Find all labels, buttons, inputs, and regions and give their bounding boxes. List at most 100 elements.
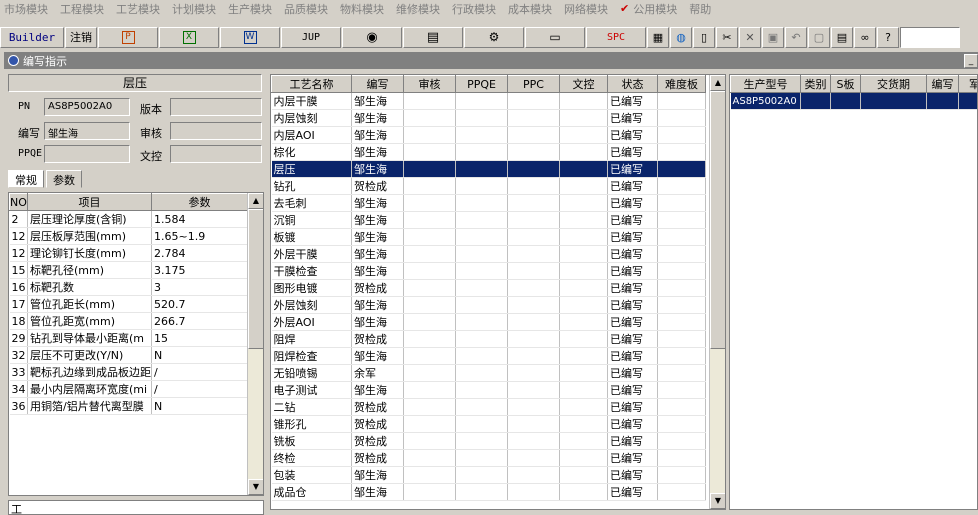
author-cell[interactable]: 邹生海	[351, 245, 404, 263]
ppc-cell[interactable]	[507, 262, 560, 280]
difficulty-cell[interactable]	[657, 313, 706, 331]
process-name-cell[interactable]: 板镀	[271, 228, 352, 246]
ppc-cell[interactable]	[507, 109, 560, 127]
ppc-cell[interactable]	[507, 177, 560, 195]
table-row[interactable]: 内层蚀刻 邹生海 已编写	[271, 109, 706, 127]
ppc-cell[interactable]	[507, 160, 560, 178]
table-row[interactable]: 34 最小内层隔离环宽度(mi /	[9, 380, 248, 398]
author-cell[interactable]: 邹生海	[351, 466, 404, 484]
ppqe-cell[interactable]	[455, 143, 508, 161]
browser-button[interactable]: ◍	[670, 26, 692, 48]
table-row[interactable]: 电子测试 邹生海 已编写	[271, 381, 706, 399]
difficulty-cell[interactable]	[657, 160, 706, 178]
author-cell[interactable]: 邹生海	[351, 296, 404, 314]
column-header[interactable]: PPC	[507, 75, 560, 93]
ppc-cell[interactable]	[507, 432, 560, 450]
column-header[interactable]: 状态	[607, 75, 658, 93]
jup-button[interactable]: JUP	[281, 26, 341, 48]
model-cell[interactable]	[926, 92, 959, 110]
author-cell[interactable]: 贺检成	[351, 449, 404, 467]
ppqe-cell[interactable]	[455, 177, 508, 195]
status-cell[interactable]: 已编写	[607, 449, 658, 467]
author-cell[interactable]: 邹生海	[351, 381, 404, 399]
review-cell[interactable]	[403, 177, 456, 195]
review-cell[interactable]	[403, 126, 456, 144]
table-row[interactable]: 图形电镀 贺检成 已编写	[271, 279, 706, 297]
ppc-cell[interactable]	[507, 364, 560, 382]
review-cell[interactable]	[403, 194, 456, 212]
value-cell[interactable]: /	[151, 363, 248, 381]
scroll-up-button[interactable]: ▲	[248, 193, 263, 209]
table-row[interactable]: 15 标靶孔径(mm) 3.175	[9, 261, 248, 279]
table-row[interactable]: 沉铜 邹生海 已编写	[271, 211, 706, 229]
difficulty-cell[interactable]	[657, 381, 706, 399]
doc-control-cell[interactable]	[559, 466, 608, 484]
table-row[interactable]: 阻焊 贺检成 已编写	[271, 330, 706, 348]
value-cell[interactable]: /	[151, 380, 248, 398]
table-row[interactable]: 外层蚀刻 邹生海 已编写	[271, 296, 706, 314]
menu-item[interactable]: 计划模块	[172, 1, 216, 17]
author-cell[interactable]: 邹生海	[351, 483, 404, 501]
view-button[interactable]: ◉	[342, 26, 402, 48]
ppqe-cell[interactable]	[455, 228, 508, 246]
doc-control-cell[interactable]	[559, 347, 608, 365]
ppqe-cell[interactable]	[455, 262, 508, 280]
save-button[interactable]: ▣	[762, 26, 784, 48]
status-cell[interactable]: 已编写	[607, 432, 658, 450]
ppc-cell[interactable]	[507, 228, 560, 246]
scroll-down-button[interactable]: ▼	[248, 479, 263, 495]
review-cell[interactable]	[403, 398, 456, 416]
table-row[interactable]: 锥形孔 贺检成 已编写	[271, 415, 706, 433]
doc-control-cell[interactable]	[559, 160, 608, 178]
process-name-cell[interactable]: 外层干膜	[271, 245, 352, 263]
difficulty-cell[interactable]	[657, 109, 706, 127]
process-name-cell[interactable]: 沉铜	[271, 211, 352, 229]
ppc-cell[interactable]	[507, 330, 560, 348]
tab-parameters[interactable]: 参数	[46, 170, 82, 188]
doc-control-cell[interactable]	[559, 330, 608, 348]
scroll-up-button[interactable]: ▲	[710, 75, 725, 91]
tools-button[interactable]: ⚙	[464, 26, 524, 48]
table-row[interactable]: 去毛刺 邹生海 已编写	[271, 194, 706, 212]
column-header[interactable]: PPQE	[455, 75, 508, 93]
new-button[interactable]: ▯	[693, 26, 715, 48]
status-cell[interactable]: 已编写	[607, 466, 658, 484]
value-cell[interactable]: 266.7	[151, 312, 248, 330]
table-row[interactable]: 无铅喷锡 余军 已编写	[271, 364, 706, 382]
process-name-cell[interactable]: 外层AOI	[271, 313, 352, 331]
difficulty-cell[interactable]	[657, 143, 706, 161]
table-row[interactable]: 钻孔 贺检成 已编写	[271, 177, 706, 195]
process-name-cell[interactable]: 二钻	[271, 398, 352, 416]
doc-control-cell[interactable]	[559, 245, 608, 263]
author-cell[interactable]: 贺检成	[351, 330, 404, 348]
review-cell[interactable]	[403, 449, 456, 467]
author-cell[interactable]: 邹生海	[351, 126, 404, 144]
delete-button[interactable]: ✕	[739, 26, 761, 48]
toolbar-input[interactable]	[900, 26, 960, 48]
column-header[interactable]: 编写	[351, 75, 404, 93]
table-row[interactable]: AS8P5002A0	[730, 92, 977, 110]
author-cell[interactable]: 邹生海	[351, 160, 404, 178]
difficulty-cell[interactable]	[657, 466, 706, 484]
ppqe-cell[interactable]	[455, 211, 508, 229]
author-cell[interactable]: 邹生海	[351, 211, 404, 229]
process-name-cell[interactable]: 包装	[271, 466, 352, 484]
process-scrollbar[interactable]: ▲ ▼	[709, 75, 725, 509]
value-cell[interactable]: 3.175	[151, 261, 248, 279]
review-cell[interactable]	[403, 92, 456, 110]
table-row[interactable]: 内层AOI 邹生海 已编写	[271, 126, 706, 144]
status-cell[interactable]: 已编写	[607, 296, 658, 314]
table-row[interactable]: 成品仓 邹生海 已编写	[271, 483, 706, 501]
value-cell[interactable]: 2.784	[151, 244, 248, 262]
author-field[interactable]: 邹生海	[44, 122, 130, 140]
doc-control-cell[interactable]	[559, 228, 608, 246]
column-header[interactable]: 军	[958, 75, 977, 93]
table-row[interactable]: 29 钻孔到导体最小距离(m 15	[9, 329, 248, 347]
process-name-cell[interactable]: 锥形孔	[271, 415, 352, 433]
pn-field[interactable]: AS8P5002A0	[44, 98, 130, 116]
process-name-cell[interactable]: 电子测试	[271, 381, 352, 399]
review-cell[interactable]	[403, 364, 456, 382]
difficulty-cell[interactable]	[657, 126, 706, 144]
table-row[interactable]: 18 管位孔距宽(mm) 266.7	[9, 312, 248, 330]
author-cell[interactable]: 贺检成	[351, 398, 404, 416]
